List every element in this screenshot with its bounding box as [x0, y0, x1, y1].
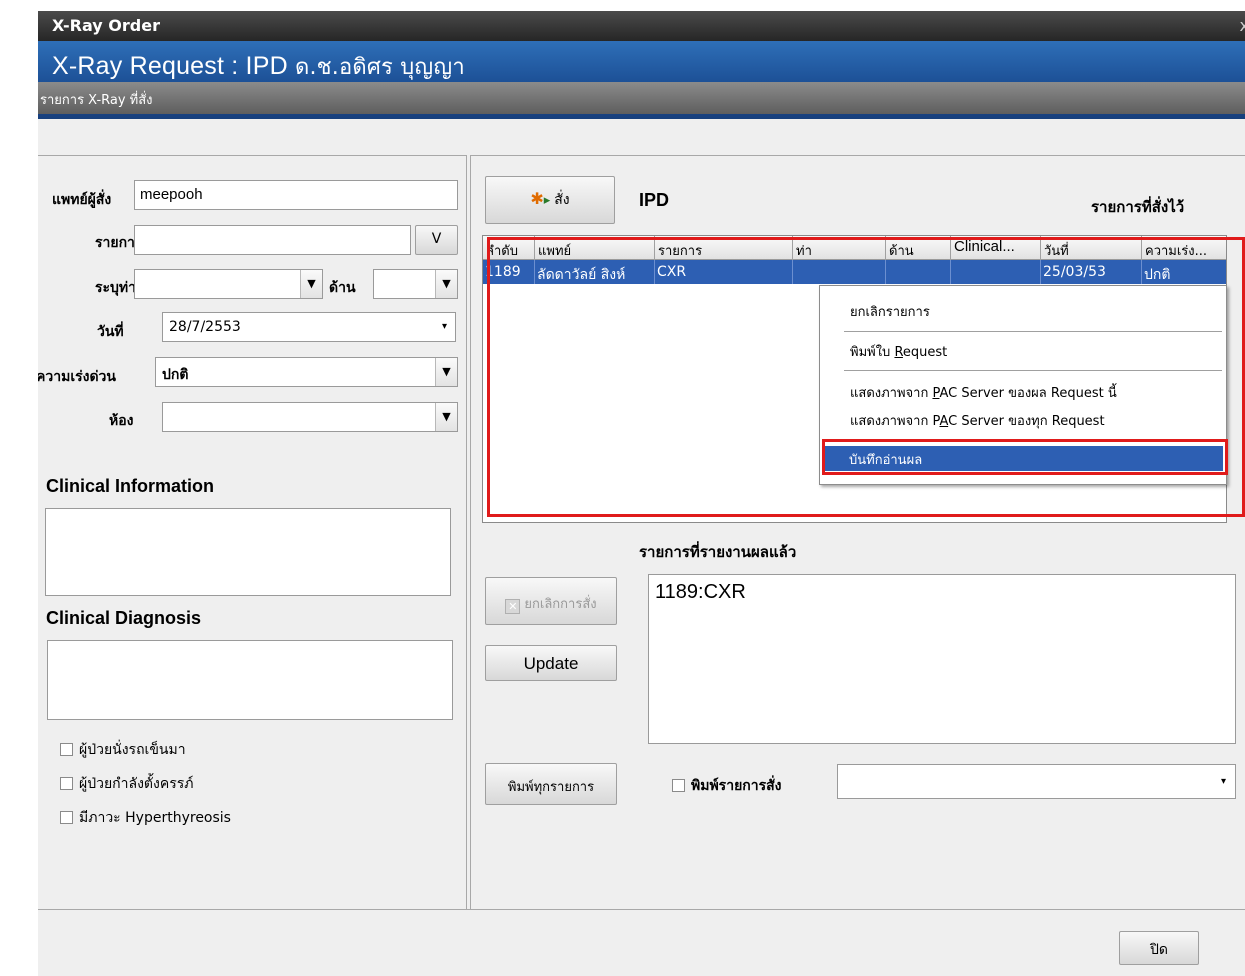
order-button-label: สั่ง [554, 192, 570, 208]
checkbox-box[interactable] [60, 811, 73, 824]
arrow-icon: ▸ [543, 193, 551, 208]
menu-text: แสดงภาพจาก [850, 386, 933, 401]
checkbox-box[interactable] [672, 779, 685, 792]
cancel-order-label: ยกเลิกการสั่ง [524, 597, 597, 612]
menu-separator [844, 370, 1222, 371]
window-title: X-Ray Order [52, 16, 160, 35]
highlight-box-menu-item [822, 439, 1228, 475]
room-label: ห้อง [109, 413, 134, 429]
cancel-icon: ✕ [505, 599, 521, 614]
clinical-info-textarea[interactable] [45, 508, 451, 596]
section-title: รายการ X-Ray ที่สั่ง [40, 93, 153, 108]
urgency-select[interactable]: ปกติ ▼ [155, 357, 458, 387]
patient-name: ด.ช.อดิศร บุญญา [294, 55, 465, 80]
chevron-down-icon: ▾ [441, 321, 447, 332]
clinical-diagnosis-title: Clinical Diagnosis [46, 608, 202, 628]
menu-item-pac-all-requests[interactable]: แสดงภาพจาก PAC Server ของทุก Request [850, 410, 1105, 431]
chevron-down-icon: ▼ [300, 270, 322, 298]
menu-item-cancel[interactable]: ยกเลิกรายการ [850, 301, 930, 322]
chevron-down-icon: ▼ [435, 403, 457, 431]
checkbox-box[interactable] [60, 743, 73, 756]
position-label: ระบุท่า [95, 280, 137, 296]
print-order-checkbox[interactable]: พิมพ์รายการสั่ง [672, 775, 782, 797]
menu-separator [844, 331, 1222, 332]
page-title: X-Ray Request : IPD ด.ช.อดิศร บุญญา [52, 49, 465, 84]
chevron-down-icon: ▼ [435, 270, 457, 298]
chevron-down-icon: ▾ [1220, 776, 1226, 787]
ordered-title: รายการที่สั่งไว้ [1091, 198, 1185, 216]
update-button[interactable]: Update [485, 645, 617, 681]
item-input[interactable] [134, 225, 411, 255]
close-button[interactable]: ปิด [1119, 931, 1199, 965]
menu-text: พิมพ์ใบ [850, 345, 895, 360]
doctor-input[interactable]: meepooh [134, 180, 458, 210]
date-picker[interactable]: 28/7/2553 ▾ [162, 312, 456, 342]
clinical-info-title: Clinical Information [46, 476, 215, 496]
close-icon[interactable]: x [1240, 16, 1245, 35]
menu-item-pac-this-request[interactable]: แสดงภาพจาก PAC Server ของผล Request นี้ [850, 382, 1117, 403]
cancel-order-button[interactable]: ✕ ยกเลิกการสั่ง [485, 577, 617, 625]
print-all-button[interactable]: พิมพ์ทุกรายการ [485, 763, 617, 805]
pregnant-checkbox[interactable]: ผู้ป่วยกำลังตั้งครรภ์ [60, 773, 193, 795]
menu-item-print-request[interactable]: พิมพ์ใบ Request [850, 341, 947, 362]
position-select[interactable]: ▼ [134, 269, 323, 299]
item-lookup-button[interactable]: V [415, 225, 458, 255]
print-order-select[interactable]: ▾ [837, 764, 1236, 799]
urgency-value: ปกติ [162, 367, 189, 383]
urgency-label: ความเร่งด่วน [38, 369, 116, 385]
request-heading: X-Ray Request : IPD [52, 52, 295, 80]
order-button[interactable]: ✱▸ สั่ง [485, 176, 615, 224]
footer-divider [38, 909, 1245, 910]
reported-list[interactable]: 1189:CXR [648, 574, 1236, 744]
clinical-diagnosis-textarea[interactable] [47, 640, 453, 720]
ipd-label: IPD [639, 190, 670, 210]
print-order-label: พิมพ์รายการสั่ง [691, 778, 782, 794]
hyperthyreosis-label: มีภาวะ Hyperthyreosis [79, 810, 231, 826]
title-bar: X-Ray Order x [38, 11, 1245, 41]
menu-text: equest [902, 345, 948, 360]
reported-title: รายการที่รายงานผลแล้ว [639, 543, 797, 561]
xray-order-window: X-Ray Order x X-Ray Request : IPD ด.ช.อด… [38, 11, 1245, 976]
menu-mnemonic: R [894, 345, 903, 360]
menu-text: แสดงภาพจาก P [850, 414, 940, 429]
checkbox-box[interactable] [60, 777, 73, 790]
doctor-label: แพทย์ผู้สั่ง [52, 192, 112, 208]
side-label: ด้าน [329, 280, 356, 296]
menu-mnemonic: A [939, 414, 949, 429]
wheelchair-checkbox[interactable]: ผู้ป่วยนั่งรถเข็นมา [60, 739, 186, 761]
menu-text: AC Server ของผล Request นี้ [939, 386, 1117, 401]
pregnant-label: ผู้ป่วยกำลังตั้งครรภ์ [79, 776, 194, 792]
side-select[interactable]: ▼ [373, 269, 458, 299]
add-order-icon: ✱ [530, 189, 544, 208]
wheelchair-label: ผู้ป่วยนั่งรถเข็นมา [79, 742, 186, 758]
date-value: 28/7/2553 [169, 319, 241, 335]
chevron-down-icon: ▼ [435, 358, 457, 386]
date-label: วันที่ [97, 324, 124, 340]
hyperthyreosis-checkbox[interactable]: มีภาวะ Hyperthyreosis [60, 807, 231, 829]
menu-text: C Server ของทุก Request [948, 414, 1105, 429]
room-select[interactable]: ▼ [162, 402, 458, 432]
section-bar: รายการ X-Ray ที่สั่ง [38, 82, 1245, 114]
